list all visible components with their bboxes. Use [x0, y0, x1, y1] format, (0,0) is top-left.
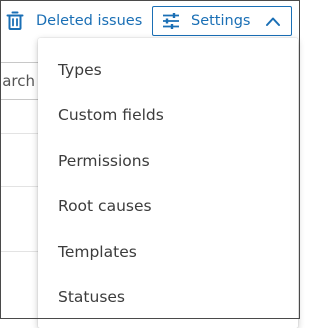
menu-item-permissions[interactable]: Permissions: [38, 138, 298, 184]
menu-item-templates[interactable]: Templates: [38, 229, 298, 275]
settings-dropdown-menu: Types Custom fields Permissions Root cau…: [38, 38, 298, 328]
divider: [0, 251, 40, 252]
chevron-up-icon: [265, 15, 281, 27]
divider: [0, 186, 40, 187]
deleted-issues-label: Deleted issues: [36, 13, 143, 29]
menu-item-statuses[interactable]: Statuses: [38, 275, 298, 321]
sliders-icon: [162, 12, 180, 30]
menu-item-label: Statuses: [58, 288, 126, 307]
divider: [0, 133, 40, 134]
menu-item-label: Permissions: [58, 151, 150, 170]
trash-icon: [6, 11, 24, 31]
menu-item-types[interactable]: Types: [38, 47, 298, 93]
settings-button[interactable]: Settings: [152, 6, 292, 36]
menu-item-label: Templates: [58, 242, 137, 261]
deleted-issues-button[interactable]: Deleted issues: [6, 6, 142, 36]
menu-item-custom-fields[interactable]: Custom fields: [38, 93, 298, 139]
menu-item-label: Root causes: [58, 197, 152, 216]
menu-item-label: Types: [58, 60, 102, 79]
settings-label: Settings: [191, 13, 251, 29]
search-input-value: arch: [2, 72, 35, 90]
menu-item-root-causes[interactable]: Root causes: [38, 184, 298, 230]
menu-item-label: Custom fields: [58, 106, 164, 125]
